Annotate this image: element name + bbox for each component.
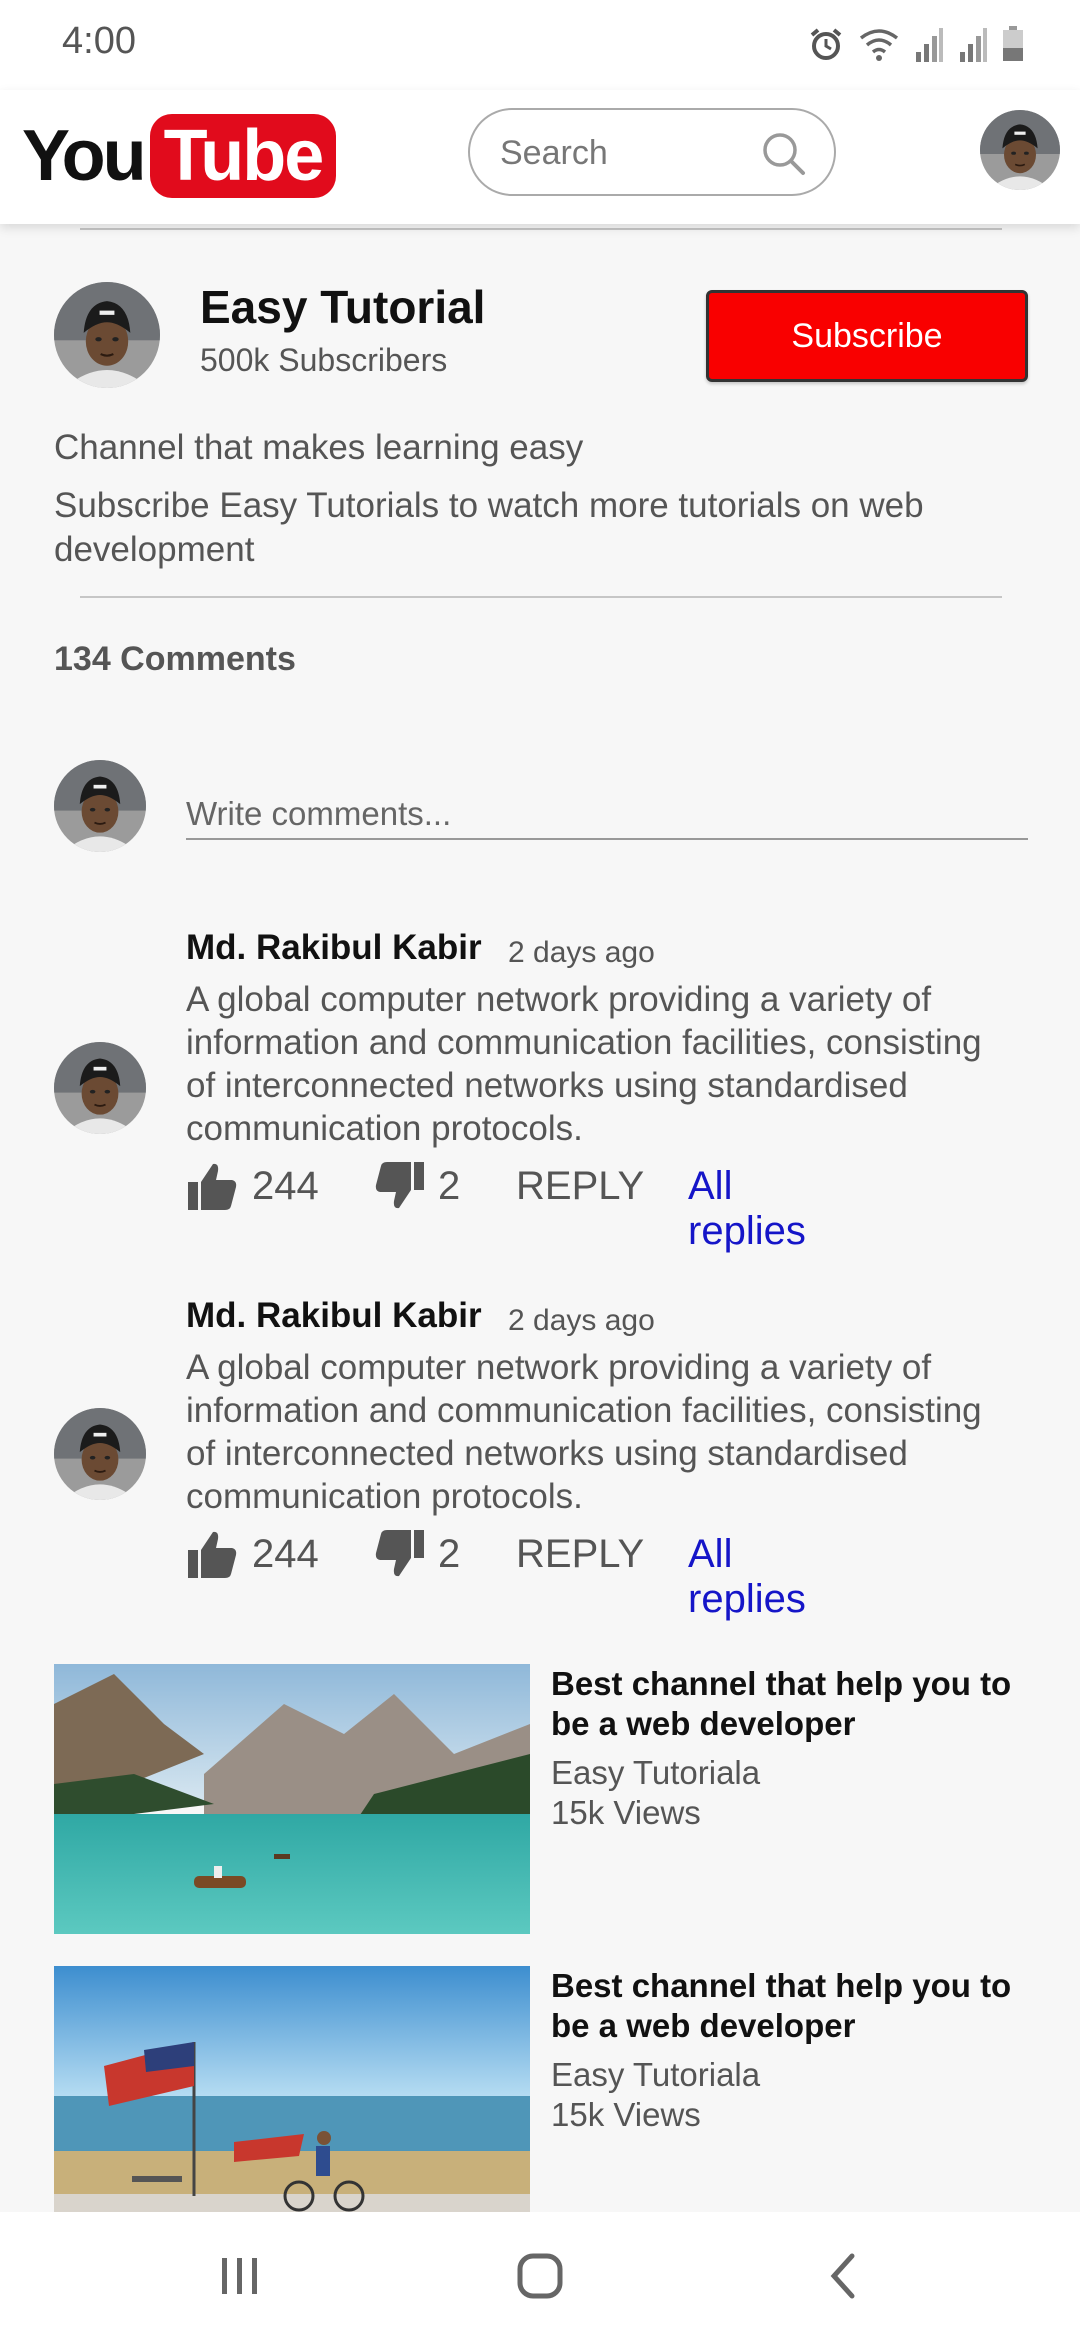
video-channel: Easy Tutoriala xyxy=(551,1754,761,1791)
wifi-icon xyxy=(859,29,899,61)
like-count: 244 xyxy=(252,1532,319,1576)
logo-tube-text: Tube xyxy=(149,114,337,198)
status-icons xyxy=(808,22,1024,62)
thumbs-down-icon[interactable] xyxy=(374,1528,426,1580)
comment-avatar[interactable] xyxy=(54,1042,146,1134)
youtube-logo[interactable]: You Tube xyxy=(22,108,337,204)
channel-description-line1: Channel that makes learning easy xyxy=(54,428,584,467)
search-icon[interactable] xyxy=(760,130,806,176)
channel-name[interactable]: Easy Tutorial xyxy=(200,280,485,334)
video-views: 15k Views xyxy=(551,1794,701,1831)
comment-avatar[interactable] xyxy=(54,1408,146,1500)
thumbs-up-icon[interactable] xyxy=(186,1160,238,1212)
signal-icon xyxy=(960,28,987,62)
signal-icon xyxy=(916,28,943,62)
app-header: You Tube xyxy=(0,90,1080,224)
divider xyxy=(80,596,1002,598)
search-input[interactable] xyxy=(500,128,750,178)
dislike-count: 2 xyxy=(438,1532,461,1576)
video-title[interactable]: Best channel that help you to be a web d… xyxy=(551,1664,1021,1744)
video-item[interactable]: Best channel that help you to be a web d… xyxy=(54,1966,1034,2212)
recents-icon[interactable] xyxy=(210,2246,270,2306)
video-title[interactable]: Best channel that help you to be a web d… xyxy=(551,1966,1021,2046)
video-views: 15k Views xyxy=(551,2096,701,2133)
status-bar: 4:00 xyxy=(0,0,1080,90)
search-box[interactable] xyxy=(468,108,836,196)
channel-avatar[interactable] xyxy=(54,282,160,388)
alarm-icon xyxy=(810,28,842,60)
like-count: 244 xyxy=(252,1164,319,1208)
video-channel: Easy Tutoriala xyxy=(551,2056,761,2093)
comment-item: Md. Rakibul Kabir 2 days ago A global co… xyxy=(0,1296,1080,1621)
thumbs-down-icon[interactable] xyxy=(374,1160,426,1212)
comment-time: 2 days ago xyxy=(508,936,655,969)
all-replies-link[interactable]: All replies xyxy=(688,1164,806,1254)
system-nav-bar xyxy=(0,2212,1080,2340)
comment-item: Md. Rakibul Kabir 2 days ago A global co… xyxy=(0,928,1080,1253)
all-replies-link[interactable]: All replies xyxy=(688,1532,806,1622)
channel-description-line2: Subscribe Easy Tutorials to watch more t… xyxy=(54,486,924,569)
comment-text: A global computer network providing a va… xyxy=(186,980,982,1148)
divider xyxy=(80,228,1002,230)
comment-time: 2 days ago xyxy=(508,1304,655,1337)
channel-subscribers: 500k Subscribers xyxy=(200,342,448,378)
logo-you-text: You xyxy=(22,116,147,196)
subscribe-button[interactable]: Subscribe xyxy=(706,290,1028,382)
thumbs-up-icon[interactable] xyxy=(186,1528,238,1580)
battery-icon xyxy=(1003,26,1023,61)
home-icon[interactable] xyxy=(510,2246,570,2306)
commenter-avatar xyxy=(54,760,146,852)
video-thumbnail[interactable] xyxy=(54,1664,530,1934)
video-item[interactable]: Best channel that help you to be a web d… xyxy=(54,1664,1034,1934)
comment-author[interactable]: Md. Rakibul Kabir xyxy=(186,928,482,968)
status-time: 4:00 xyxy=(62,20,136,62)
reply-button[interactable]: REPLY xyxy=(516,1532,644,1577)
comment-author[interactable]: Md. Rakibul Kabir xyxy=(186,1296,482,1336)
comment-text: A global computer network providing a va… xyxy=(186,1348,982,1516)
dislike-count: 2 xyxy=(438,1164,461,1208)
reply-button[interactable]: REPLY xyxy=(516,1164,644,1209)
video-thumbnail[interactable] xyxy=(54,1966,530,2212)
back-icon[interactable] xyxy=(814,2246,874,2306)
comments-count: 134 Comments xyxy=(54,640,296,678)
user-avatar[interactable] xyxy=(980,110,1060,190)
write-comment-input[interactable] xyxy=(186,790,1028,840)
